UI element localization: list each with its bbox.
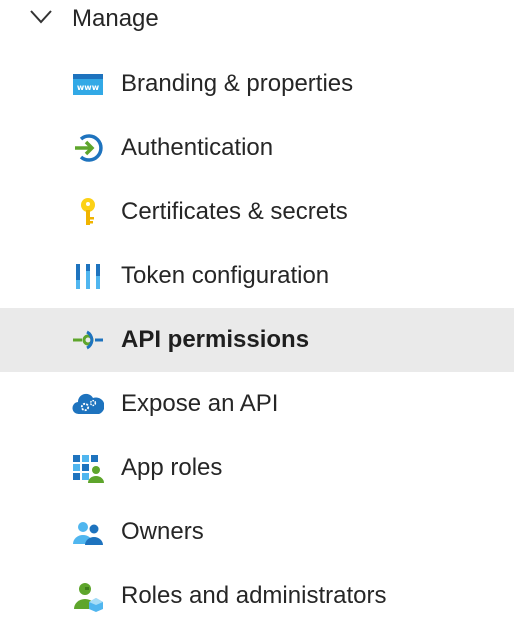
section-title: Manage bbox=[72, 5, 159, 32]
authentication-arrow-icon bbox=[72, 132, 104, 164]
menu-item-label: Authentication bbox=[121, 134, 274, 161]
menu-item-branding-properties[interactable]: www Branding & properties bbox=[0, 52, 514, 116]
menu-item-label: Expose an API bbox=[121, 390, 279, 417]
menu-item-authentication[interactable]: Authentication bbox=[0, 116, 514, 180]
manage-section-header[interactable]: Manage bbox=[0, 0, 518, 40]
roles-admin-icon bbox=[72, 580, 104, 612]
menu-item-certificates-secrets[interactable]: Certificates & secrets bbox=[0, 180, 514, 244]
menu-item-label: Token configuration bbox=[121, 262, 330, 289]
api-permissions-icon bbox=[72, 324, 104, 356]
manage-menu: www Branding & properties Authentication… bbox=[0, 52, 518, 628]
menu-item-token-configuration[interactable]: Token configuration bbox=[0, 244, 514, 308]
svg-text:www: www bbox=[77, 83, 100, 92]
menu-item-roles-and-administrators[interactable]: Roles and administrators bbox=[0, 564, 514, 628]
branding-www-icon: www bbox=[72, 68, 104, 100]
menu-item-label: API permissions bbox=[121, 326, 310, 353]
menu-item-expose-an-api[interactable]: Expose an API bbox=[0, 372, 514, 436]
menu-item-app-roles[interactable]: App roles bbox=[0, 436, 514, 500]
menu-item-label: Branding & properties bbox=[121, 70, 354, 97]
menu-item-owners[interactable]: Owners bbox=[0, 500, 514, 564]
app-roles-grid-icon bbox=[72, 452, 104, 484]
key-icon bbox=[72, 196, 104, 228]
menu-item-label: Roles and administrators bbox=[121, 582, 387, 609]
menu-item-label: App roles bbox=[121, 454, 223, 481]
token-bars-icon bbox=[72, 260, 104, 292]
cloud-gear-icon bbox=[72, 388, 104, 420]
menu-item-label: Owners bbox=[121, 518, 204, 545]
menu-item-api-permissions[interactable]: API permissions bbox=[0, 308, 514, 372]
menu-item-label: Certificates & secrets bbox=[121, 198, 348, 225]
owners-people-icon bbox=[72, 516, 104, 548]
chevron-down-icon[interactable] bbox=[30, 10, 52, 24]
